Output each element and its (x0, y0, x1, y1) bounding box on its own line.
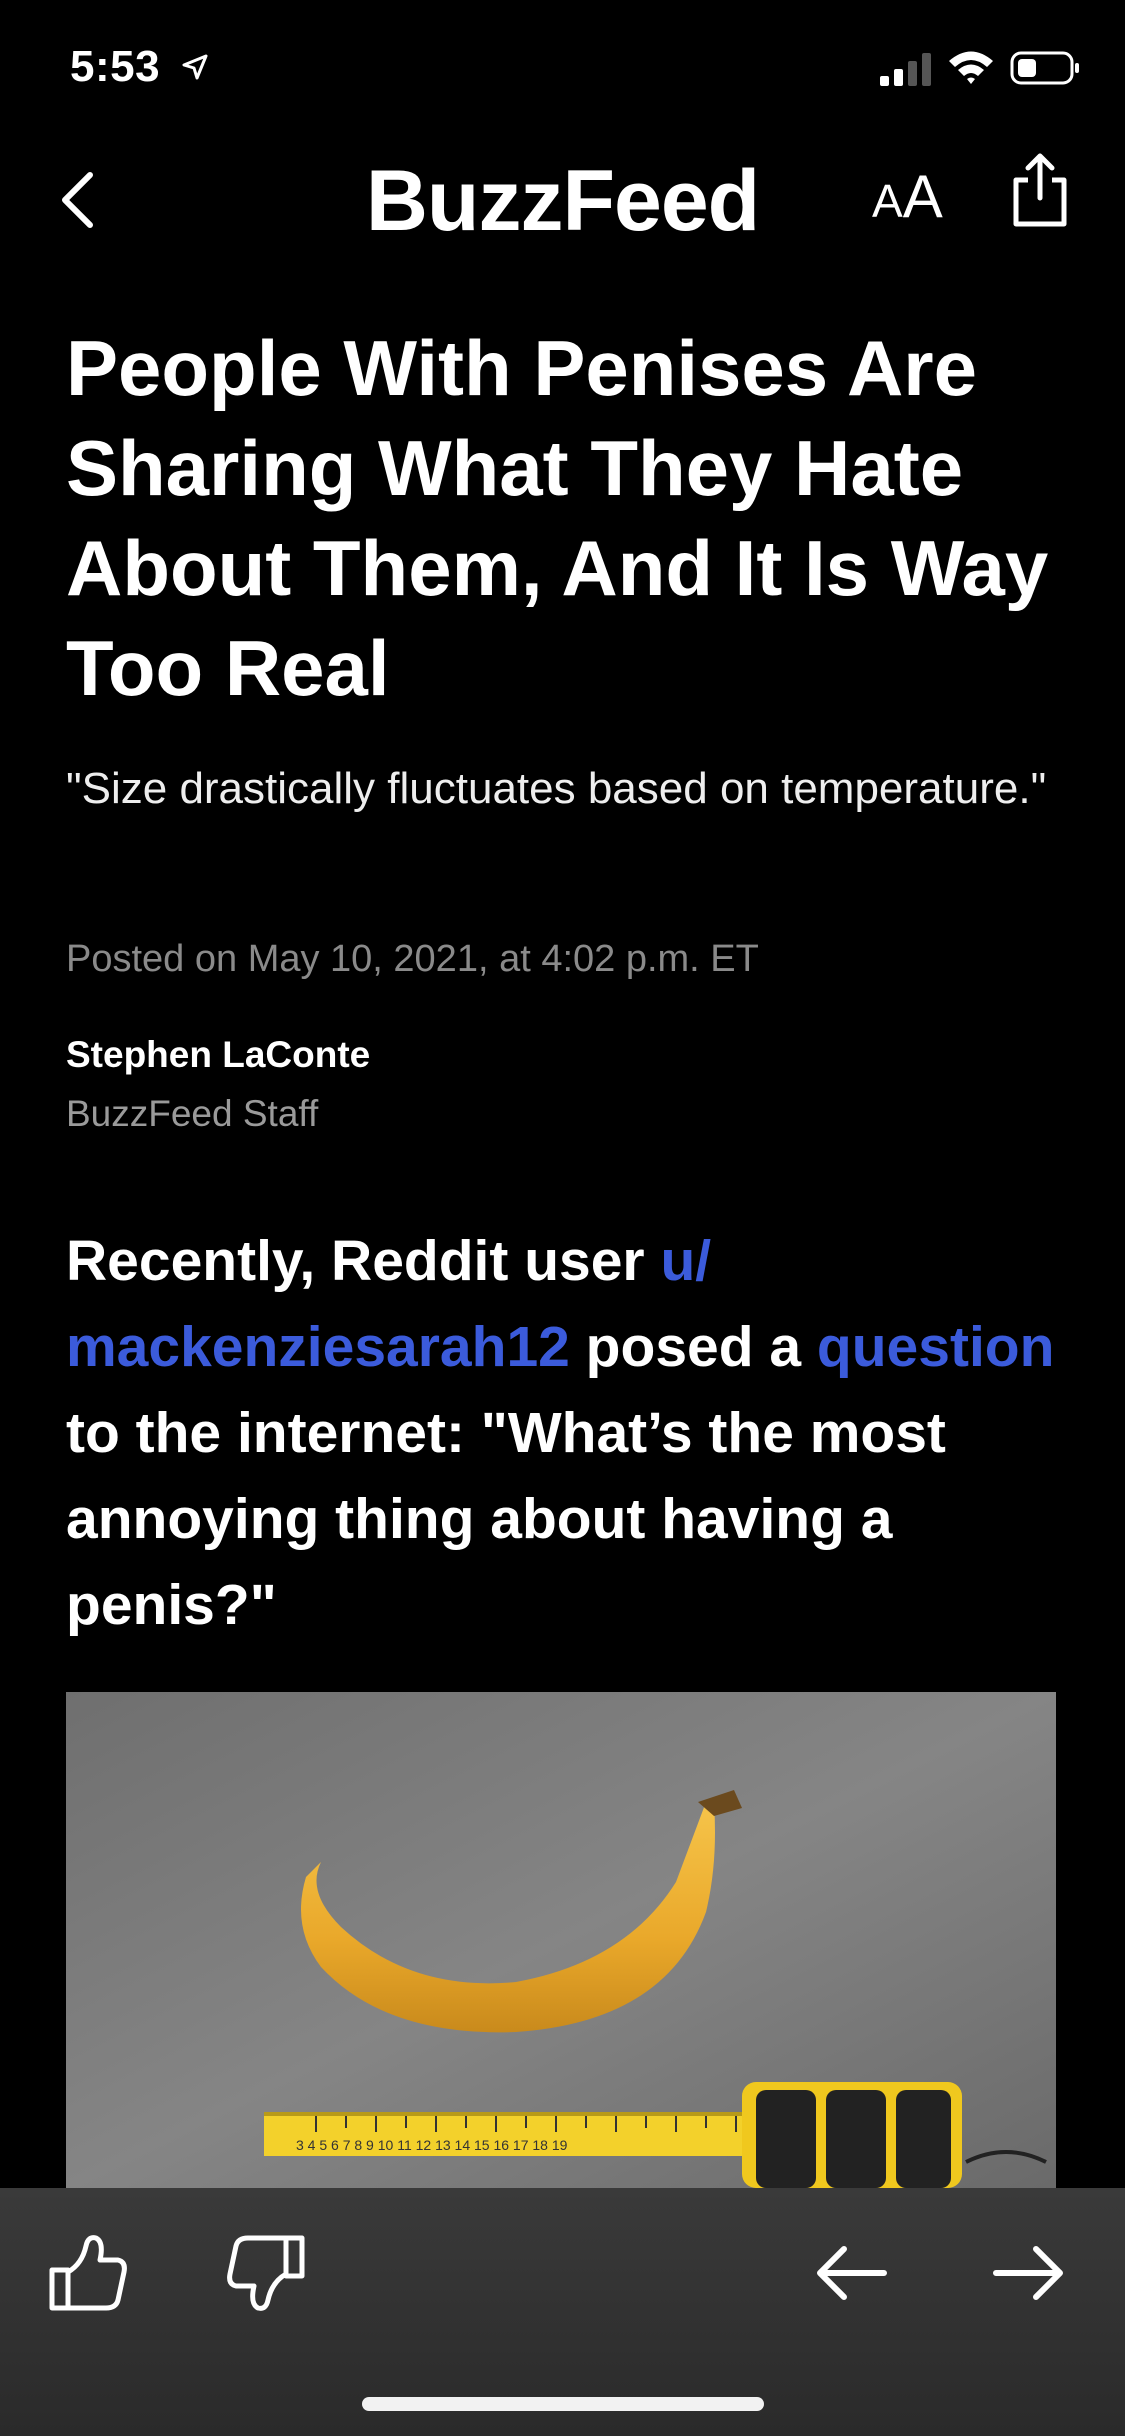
navigation-bar: BuzzFeed AA (0, 140, 1125, 260)
text-size-large-label: A (902, 163, 943, 230)
tape-numbers: 3 4 5 6 7 8 9 10 11 12 13 14 15 16 17 18… (296, 2137, 568, 2153)
article-image: 3 4 5 6 7 8 9 10 11 12 13 14 15 16 17 18… (66, 1692, 1056, 2188)
text-size-button[interactable]: AA (872, 162, 962, 232)
article-body-paragraph: Recently, Reddit user u/ mackenziesarah1… (66, 1218, 1066, 1648)
text-size-small-label: A (872, 175, 903, 227)
home-indicator[interactable] (362, 2397, 764, 2411)
thumbs-up-icon[interactable] (42, 2228, 132, 2318)
author-name[interactable]: Stephen LaConte (66, 1034, 370, 1076)
reddit-question-link[interactable]: question (817, 1315, 1055, 1379)
arrow-right-icon[interactable] (984, 2228, 1074, 2318)
battery-icon (1010, 51, 1079, 85)
status-time: 5:53 (70, 42, 161, 91)
posted-date: Posted on May 10, 2021, at 4:02 p.m. ET (66, 938, 759, 980)
cellular-signal-icon (880, 53, 931, 86)
article-subhead: "Size drastically fluctuates based on te… (66, 764, 1047, 813)
article-headline: People With Penises Are Sharing What The… (66, 324, 1049, 712)
share-icon[interactable] (1010, 150, 1070, 230)
body-text: Recently, Reddit user (66, 1229, 661, 1293)
body-text: posed a (569, 1315, 817, 1379)
body-text: to the internet: "What’s the most annoyi… (66, 1401, 946, 1637)
arrow-left-icon[interactable] (806, 2228, 896, 2318)
banana-tape-measure-photo: 3 4 5 6 7 8 9 10 11 12 13 14 15 16 17 18… (66, 1692, 1056, 2188)
status-bar: 5:53 (0, 0, 1125, 130)
thumbs-down-icon[interactable] (222, 2228, 312, 2318)
author-role: BuzzFeed Staff (66, 1093, 319, 1134)
wifi-icon (949, 51, 993, 84)
location-arrow-icon (182, 54, 208, 80)
